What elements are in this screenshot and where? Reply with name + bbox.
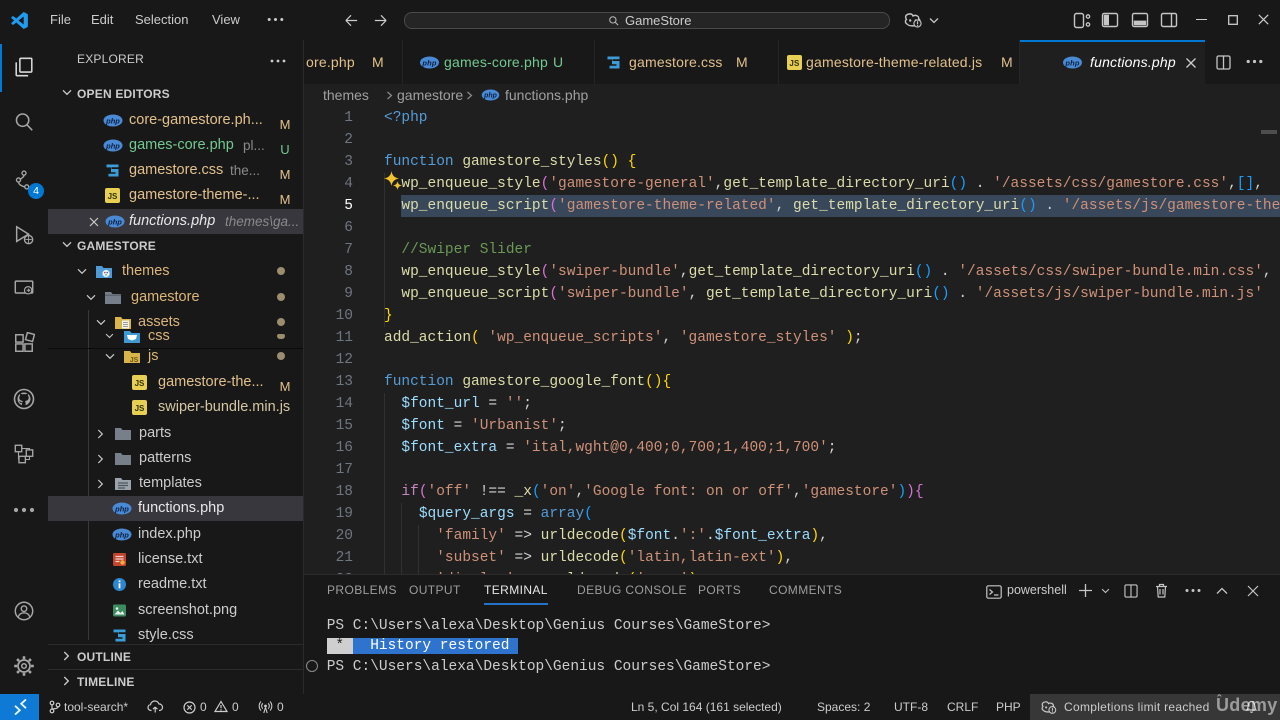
svg-text:JS: JS: [108, 192, 118, 201]
svg-text:JS: JS: [135, 404, 145, 413]
svg-text:php: php: [421, 58, 437, 67]
svg-text:php: php: [105, 116, 120, 125]
svg-text:JS: JS: [789, 59, 800, 68]
svg-text:php: php: [114, 530, 129, 539]
svg-text:php: php: [107, 217, 122, 226]
svg-text:php: php: [483, 93, 497, 100]
svg-text:php: php: [1064, 58, 1080, 67]
svg-text:JS: JS: [130, 357, 139, 364]
svg-text:JS: JS: [135, 379, 145, 388]
svg-text:php: php: [114, 504, 129, 513]
svg-text:php: php: [105, 141, 120, 150]
